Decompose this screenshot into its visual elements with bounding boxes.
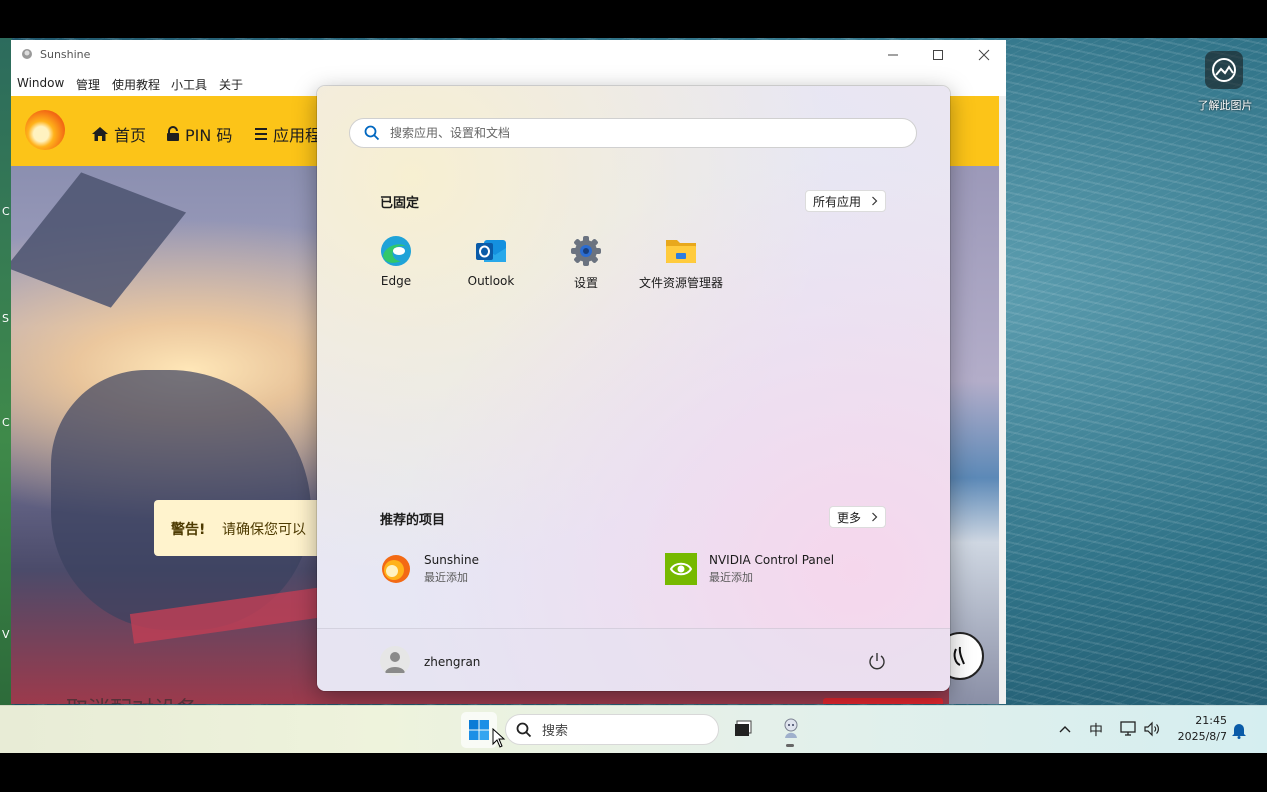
search-icon: [364, 125, 380, 141]
user-name[interactable]: zhengran: [424, 655, 480, 669]
lens-icon: [1212, 58, 1236, 82]
list-icon: [255, 128, 267, 140]
pinned-title: 已固定: [380, 196, 420, 211]
nav-apps[interactable]: 应用程: [254, 122, 321, 146]
maximize-button[interactable]: [918, 44, 958, 66]
chevron-right-icon: [872, 196, 878, 206]
user-avatar[interactable]: [380, 646, 410, 676]
learn-about-image-label: 了解此图片: [1197, 99, 1253, 112]
title-bar[interactable]: Sunshine: [11, 40, 1006, 70]
task-view-button[interactable]: [730, 716, 756, 742]
edge-icon: [381, 236, 411, 266]
power-icon[interactable]: [867, 651, 887, 671]
action-button[interactable]: [823, 698, 943, 704]
clock-time: 21:45: [1195, 714, 1227, 727]
chevron-up-icon[interactable]: [1058, 723, 1072, 735]
sunshine-logo[interactable]: [25, 110, 65, 150]
search-icon: [516, 722, 532, 737]
user-icon: [385, 652, 405, 673]
pinned-app-file-explorer[interactable]: 文件资源管理器: [633, 234, 729, 291]
minimize-icon: [888, 54, 898, 56]
nav-home[interactable]: 首页: [91, 122, 146, 146]
gesture-icon: [953, 646, 965, 666]
home-icon: [92, 127, 108, 141]
recommended-item-nvidia[interactable]: NVIDIA Control Panel 最近添加: [665, 553, 834, 585]
more-button[interactable]: 更多: [829, 506, 887, 528]
running-indicator: [786, 744, 794, 747]
menu-tools[interactable]: 小工具: [171, 76, 207, 93]
taskbar-app-sunshine[interactable]: [778, 714, 804, 742]
recommended-item-name: Sunshine: [424, 553, 480, 567]
maximize-icon: [933, 50, 943, 60]
lock-icon: [167, 126, 179, 141]
pinned-app-label: 设置: [573, 276, 598, 290]
taskbar-search[interactable]: 搜索: [505, 714, 719, 745]
start-footer: zhengran: [317, 628, 950, 691]
hero-art: [949, 166, 999, 704]
start-search-box[interactable]: [349, 118, 917, 148]
section-heading: 取消配对设备: [66, 692, 198, 704]
recommended-item-sub: 最近添加: [424, 571, 468, 584]
close-icon: [978, 49, 990, 61]
taskbar-search-label: 搜索: [542, 724, 569, 739]
pinned-app-label: 文件资源管理器: [638, 276, 723, 290]
windows-icon: [469, 720, 489, 740]
recommended-title: 推荐的项目: [380, 513, 446, 528]
nav-pin-label: PIN 码: [185, 126, 233, 145]
pinned-app-outlook[interactable]: Outlook: [443, 234, 539, 288]
menu-manage[interactable]: 管理: [76, 76, 100, 93]
pinned-app-label: Outlook: [467, 274, 515, 288]
recommended-item-name: NVIDIA Control Panel: [709, 553, 835, 567]
sunshine-icon: [382, 555, 410, 583]
taskbar: 搜索 中 21:45 2025/8/7: [0, 705, 1267, 753]
outlook-icon: [476, 240, 506, 262]
warning-text: 请确保您可以: [222, 522, 306, 538]
warning-title: 警告!: [171, 522, 206, 538]
network-icon[interactable]: [1119, 720, 1137, 738]
all-apps-label: 所有应用: [813, 194, 862, 209]
volume-icon[interactable]: [1143, 720, 1161, 738]
recommended-item-sunshine[interactable]: Sunshine 最近添加: [380, 553, 479, 585]
folder-icon: [666, 240, 696, 263]
scrollbar[interactable]: [999, 96, 1006, 704]
clock-date: 2025/8/7: [1177, 730, 1227, 743]
clock[interactable]: 21:45 2025/8/7: [1171, 713, 1227, 745]
pinned-app-settings[interactable]: 设置: [538, 234, 634, 291]
window-title: Sunshine: [40, 48, 91, 61]
nvidia-icon: [665, 553, 697, 585]
pinned-app-edge[interactable]: Edge: [348, 234, 444, 288]
start-menu: 已固定 所有应用 Edge Outlook: [317, 86, 950, 691]
nav-apps-label: 应用程: [273, 126, 322, 145]
learn-about-image-button[interactable]: [1205, 51, 1243, 89]
input-method-indicator[interactable]: 中: [1089, 720, 1103, 740]
nav-pin[interactable]: PIN 码: [166, 122, 232, 146]
nav-home-label: 首页: [114, 126, 147, 145]
anime-app-icon: [784, 718, 798, 738]
mouse-cursor-icon: [492, 728, 506, 748]
close-button[interactable]: [964, 44, 1004, 66]
all-apps-button[interactable]: 所有应用: [805, 190, 887, 212]
minimize-button[interactable]: [873, 44, 913, 66]
notification-bell-icon[interactable]: [1231, 721, 1247, 739]
menu-window[interactable]: Window: [17, 76, 64, 90]
more-label: 更多: [837, 510, 862, 525]
menu-tutorial[interactable]: 使用教程: [112, 76, 160, 93]
menu-about[interactable]: 关于: [219, 76, 243, 93]
start-search-input[interactable]: [388, 125, 892, 141]
app-icon: [22, 49, 32, 59]
recommended-item-sub: 最近添加: [709, 571, 753, 584]
gear-icon: [571, 236, 601, 266]
pinned-app-label: Edge: [380, 274, 412, 288]
chevron-right-icon: [872, 512, 878, 522]
task-view-icon: [735, 720, 752, 736]
